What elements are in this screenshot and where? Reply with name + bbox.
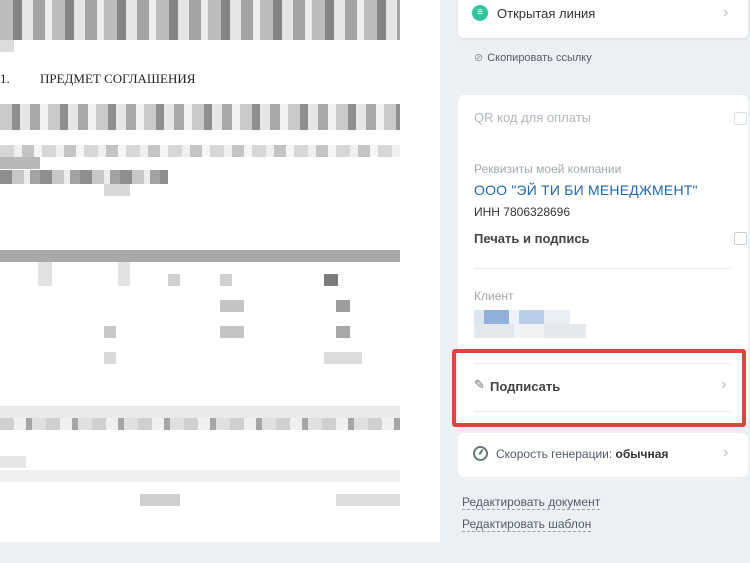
blurred-text bbox=[0, 170, 168, 184]
document-side-panel: ≡ Открытая линия › ⊘ Скопировать ссылку Q… bbox=[441, 0, 750, 563]
sign-highlight-frame bbox=[452, 349, 746, 427]
blurred-text bbox=[0, 157, 40, 169]
section-number: 1. bbox=[0, 71, 10, 86]
copy-link-button[interactable]: ⊘ Скопировать ссылку bbox=[474, 51, 592, 64]
blurred-table-header bbox=[0, 250, 400, 262]
blurred-text bbox=[0, 456, 26, 468]
client-caption: Клиент bbox=[474, 289, 514, 303]
open-line-card[interactable]: ≡ Открытая линия › bbox=[458, 0, 748, 38]
speedometer-icon bbox=[473, 446, 488, 461]
my-company-caption: Реквизиты моей компании bbox=[474, 162, 622, 176]
blurred-cell bbox=[38, 262, 52, 286]
blurred-cell bbox=[336, 300, 350, 312]
generation-speed-label: Скорость генерации: обычная bbox=[496, 447, 669, 461]
blurred-text bbox=[0, 418, 400, 430]
stamp-checkbox[interactable] bbox=[734, 232, 747, 245]
my-company-inn: ИНН 7806328696 bbox=[474, 205, 571, 219]
blurred-text bbox=[0, 470, 400, 482]
link-icon: ⊘ bbox=[474, 52, 484, 64]
blurred-text bbox=[336, 494, 400, 506]
blurred-text bbox=[140, 494, 180, 506]
blurred-cell bbox=[220, 300, 244, 312]
blurred-text bbox=[0, 406, 400, 418]
generation-speed-card[interactable]: Скорость генерации: обычная › bbox=[458, 433, 748, 477]
divider bbox=[474, 268, 731, 269]
blurred-text bbox=[0, 0, 400, 40]
blurred-text bbox=[104, 184, 130, 196]
blurred-cell bbox=[336, 326, 350, 338]
blurred-cell bbox=[104, 352, 116, 364]
edit-template-link[interactable]: Редактировать шаблон bbox=[462, 517, 592, 532]
my-company-name-link[interactable]: ООО "ЭЙ ТИ БИ МЕНЕДЖМЕНТ" bbox=[474, 182, 698, 198]
blurred-text bbox=[0, 104, 400, 130]
qr-label: QR код для оплаты bbox=[474, 110, 592, 125]
blurred-client-name bbox=[474, 310, 570, 324]
edit-document-link[interactable]: Редактировать документ bbox=[462, 495, 601, 510]
document-preview: 1. ПРЕДМЕТ СОГЛАШЕНИЯ bbox=[0, 0, 440, 542]
blurred-cell bbox=[324, 352, 362, 364]
blurred-cell bbox=[220, 326, 244, 338]
blurred-cell bbox=[168, 274, 180, 286]
section-heading: 1. ПРЕДМЕТ СОГЛАШЕНИЯ bbox=[0, 71, 195, 87]
generation-speed-value: обычная bbox=[615, 447, 669, 461]
blurred-client-name bbox=[474, 324, 586, 338]
chevron-right-icon: › bbox=[723, 4, 729, 21]
blurred-text bbox=[0, 40, 14, 52]
qr-checkbox[interactable] bbox=[734, 112, 747, 125]
chevron-right-icon: › bbox=[723, 444, 729, 461]
open-line-icon: ≡ bbox=[472, 5, 488, 21]
section-title: ПРЕДМЕТ СОГЛАШЕНИЯ bbox=[40, 71, 196, 86]
blurred-cell bbox=[324, 274, 338, 286]
blurred-cell bbox=[118, 262, 130, 286]
blurred-cell bbox=[104, 326, 116, 338]
stamp-label: Печать и подпись bbox=[474, 231, 590, 246]
blurred-cell bbox=[220, 274, 232, 286]
blurred-text bbox=[0, 145, 400, 157]
open-line-label: Открытая линия bbox=[497, 6, 596, 21]
copy-link-label: Скопировать ссылку bbox=[487, 52, 592, 64]
